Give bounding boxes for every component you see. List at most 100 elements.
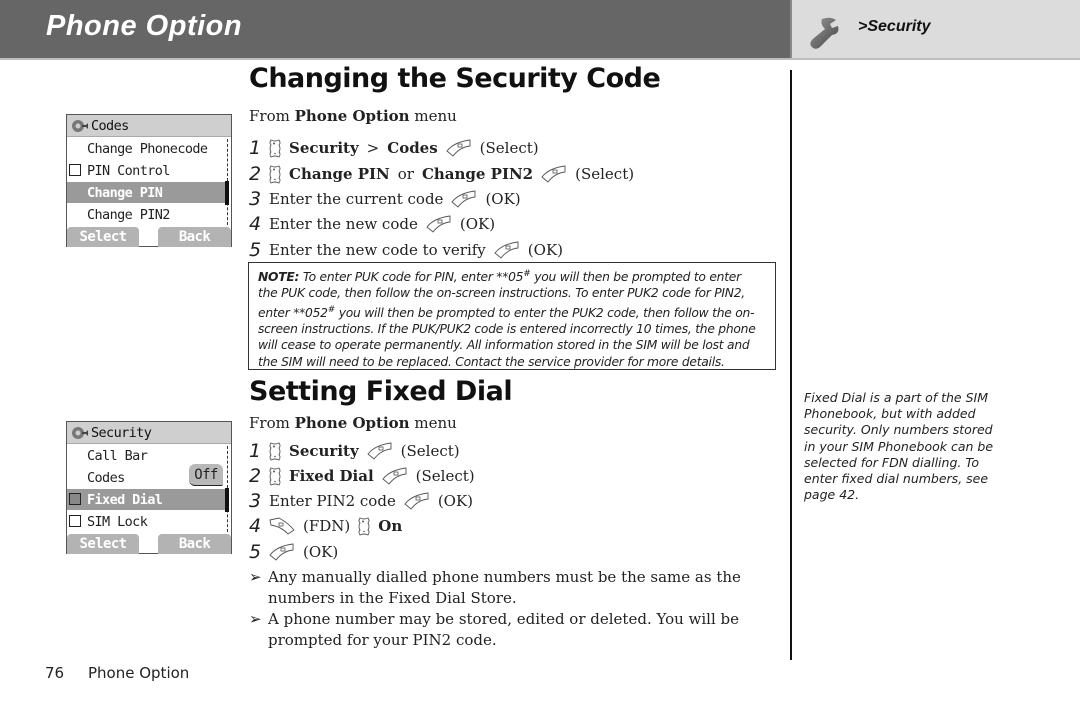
step-text: (Select) xyxy=(479,139,539,157)
phone-menu-item[interactable]: Change Phonecode xyxy=(67,138,227,159)
step-text: (OK) xyxy=(437,492,474,510)
phone-menu-label: Change PIN2 xyxy=(87,206,170,223)
checkbox[interactable] xyxy=(69,515,81,527)
menu-item-name: Codes xyxy=(387,139,438,157)
column-divider xyxy=(790,70,792,660)
phone-menu-item[interactable]: SIM Lock xyxy=(67,511,227,532)
nav-key-icon xyxy=(269,138,281,158)
soft-key-back[interactable]: Back xyxy=(158,227,231,247)
right-soft-key-icon xyxy=(269,517,295,535)
from-menu-name: Phone Option xyxy=(294,414,410,432)
from-menu-name: Phone Option xyxy=(294,107,410,125)
phone-menu-item[interactable]: Change PIN xyxy=(67,182,227,203)
from-menu-line: From Phone Option menu xyxy=(249,107,457,125)
step-number: 3 xyxy=(249,490,262,512)
note-text: To enter PUK code for PIN, enter **05# y… xyxy=(258,269,756,369)
phone-menu-label: Fixed Dial xyxy=(87,491,163,508)
from-prefix: From xyxy=(249,107,290,125)
chapter-title: Phone Option xyxy=(46,10,243,42)
bullet-item: ➢ Any manually dialled phone numbers mus… xyxy=(249,567,779,609)
bullet-item: ➢ A phone number may be stored, edited o… xyxy=(249,609,779,651)
nav-key-icon xyxy=(269,441,281,461)
page-number: 76 xyxy=(45,664,65,682)
phone-menu-label: Call Bar xyxy=(87,447,148,464)
step-text: (OK) xyxy=(459,215,496,233)
left-soft-key-icon xyxy=(494,241,519,259)
step-text: (FDN) xyxy=(303,517,351,535)
from-prefix: From xyxy=(249,414,290,432)
step-text: Enter the current code xyxy=(269,190,444,208)
status-popup-off: Off xyxy=(189,464,223,486)
phone-menu-label: Codes xyxy=(87,469,125,486)
from-suffix: menu xyxy=(414,107,457,125)
phone-menu-item[interactable]: Fixed Dial xyxy=(67,489,227,510)
step-item: 4 (FDN) On xyxy=(249,515,406,537)
phone-menu-item[interactable]: Change PIN2 xyxy=(67,204,227,225)
phone-screen-security: Security Call Bar Codes Fixed Dial SIM Lock… xyxy=(66,421,232,554)
soft-key-select[interactable]: Select xyxy=(67,227,139,247)
menu-item-name: On xyxy=(378,517,403,535)
step-item: 1 Security > Codes (Select) xyxy=(249,137,543,159)
phone-menu-item[interactable]: PIN Control xyxy=(67,160,227,181)
menu-item-name: Security xyxy=(289,139,359,157)
step-item: 4 Enter the new code (OK) xyxy=(249,213,499,235)
step-item: 1 Security (Select) xyxy=(249,440,464,462)
breadcrumb: >Security xyxy=(858,18,931,35)
bullet-text: A phone number may be stored, edited or … xyxy=(268,610,740,649)
soft-key-back[interactable]: Back xyxy=(158,534,231,554)
step-text: (Select) xyxy=(575,165,635,183)
section-heading-security-code: Changing the Security Code xyxy=(249,63,661,94)
nav-key-icon xyxy=(269,164,281,184)
settings-icon xyxy=(72,426,88,439)
checkbox[interactable] xyxy=(69,493,81,505)
left-soft-key-icon xyxy=(269,543,294,561)
soft-key-select[interactable]: Select xyxy=(67,534,139,554)
checkbox[interactable] xyxy=(69,164,81,176)
left-soft-key-icon xyxy=(426,215,451,233)
phone-title: Security xyxy=(91,424,152,441)
phone-title-bar: Security xyxy=(67,422,231,444)
step-text: > xyxy=(366,139,380,157)
step-text: (Select) xyxy=(415,467,475,485)
nav-key-icon xyxy=(358,516,370,536)
settings-icon xyxy=(72,119,88,132)
step-text: Enter the new code xyxy=(269,215,418,233)
header-underline xyxy=(0,58,1080,60)
menu-item-name: Change PIN xyxy=(289,165,390,183)
arrow-bullet-icon: ➢ xyxy=(249,610,262,628)
phone-menu-label: Change Phonecode xyxy=(87,140,208,157)
step-text: (OK) xyxy=(485,190,521,208)
phone-screen-codes: Codes Change Phonecode PIN Control Change … xyxy=(66,114,232,247)
menu-item-name: Security xyxy=(289,442,359,460)
phone-menu-item[interactable]: Call Bar xyxy=(67,445,227,466)
step-item: 3 Enter the current code (OK) xyxy=(249,188,525,210)
left-soft-key-icon xyxy=(382,467,407,485)
step-item: 5 Enter the new code to verify (OK) xyxy=(249,239,567,261)
note-label: NOTE: xyxy=(258,270,300,285)
step-number: 2 xyxy=(249,465,262,487)
left-soft-key-icon xyxy=(446,139,471,157)
scrollbar-thumb[interactable] xyxy=(225,488,229,512)
bullet-text: Any manually dialled phone numbers must … xyxy=(268,568,741,607)
step-number: 5 xyxy=(249,541,262,563)
header-bar: Phone Option xyxy=(0,0,790,58)
menu-item-name: Change PIN2 xyxy=(421,165,534,183)
left-soft-key-icon xyxy=(451,190,476,208)
scrollbar-thumb[interactable] xyxy=(225,181,229,205)
footer-section: Phone Option xyxy=(88,664,190,682)
step-text: Enter the new code to verify xyxy=(269,241,486,259)
step-text: (OK) xyxy=(303,543,339,561)
note-box: NOTE: To enter PUK code for PIN, enter *… xyxy=(248,262,776,370)
step-number: 3 xyxy=(249,188,262,210)
step-text: (Select) xyxy=(400,442,460,460)
from-menu-line: From Phone Option menu xyxy=(249,414,457,432)
section-heading-fixed-dial: Setting Fixed Dial xyxy=(249,376,513,407)
left-soft-key-icon xyxy=(541,165,566,183)
step-number: 1 xyxy=(249,440,262,462)
step-number: 5 xyxy=(249,239,262,261)
step-number: 2 xyxy=(249,163,262,185)
arrow-bullet-icon: ➢ xyxy=(249,568,262,586)
wrench-icon xyxy=(810,17,839,49)
phone-menu-label: Change PIN xyxy=(87,184,163,201)
step-item: 5 (OK) xyxy=(249,541,342,563)
